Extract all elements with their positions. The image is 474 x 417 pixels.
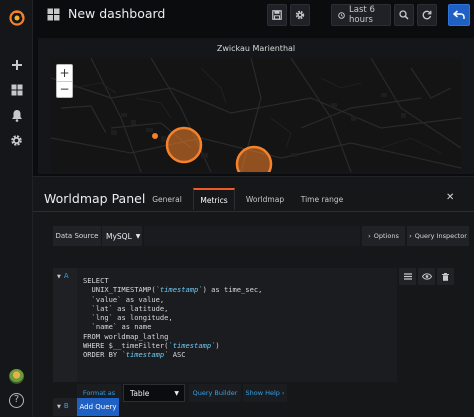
map-canvas[interactable]: + − (51, 58, 461, 172)
chevron-right-icon: › (409, 232, 412, 240)
sidebar: ? (0, 0, 33, 417)
add-query-ref-label: B (63, 402, 69, 410)
gear-icon[interactable] (0, 128, 33, 152)
time-range-label: Last 6 hours (349, 5, 375, 25)
save-button[interactable] (267, 4, 287, 26)
chevron-right-icon: › (281, 389, 285, 397)
refresh-icon (422, 10, 432, 20)
code-line: `lat` as latitude, (91, 303, 169, 313)
back-button[interactable] (448, 4, 470, 26)
close-editor-icon[interactable]: ✕ (446, 192, 454, 203)
refresh-button[interactable] (417, 4, 437, 26)
panel-editor: Worldmap Panel General Metrics Worldmap … (33, 176, 474, 417)
zoom-out-map-button[interactable]: − (57, 81, 72, 97)
hamburger-icon (403, 273, 412, 280)
map-streets (51, 58, 461, 172)
code-line: ORDER BY `timestamp` ASC (83, 350, 186, 360)
show-help-label: Show Help (245, 389, 280, 397)
back-arrow-icon (453, 10, 465, 19)
format-value: Table (130, 388, 150, 398)
tab-time-range[interactable]: Time range (297, 188, 347, 210)
zoom-out-icon (399, 10, 409, 20)
save-icon (272, 10, 282, 20)
avatar[interactable] (9, 369, 24, 384)
options-label: Options (373, 232, 399, 240)
grafana-app: ? New dashboard Last 6 hours Zwickau Mar… (0, 0, 474, 417)
bell-icon[interactable] (0, 103, 33, 127)
query-inspector-button[interactable]: › Query Inspector (407, 226, 469, 246)
chevron-right-icon: › (368, 232, 371, 240)
tab-worldmap[interactable]: Worldmap (241, 188, 289, 210)
code-line: `lng` as longitude, (91, 313, 173, 323)
zoom-in-button[interactable]: + (57, 65, 72, 81)
tab-general[interactable]: General (147, 188, 187, 210)
plus-icon[interactable] (0, 53, 33, 77)
map-zoom-control: + − (56, 64, 73, 98)
tab-divider (33, 211, 474, 212)
add-query-row: ▼ B Add Query (53, 398, 454, 416)
query-toolbar (399, 268, 454, 288)
caret-down-icon: ▼ (57, 404, 61, 410)
tab-metrics[interactable]: Metrics (193, 188, 235, 210)
datasource-label: Data Source (53, 226, 101, 246)
map-marker[interactable] (235, 145, 273, 172)
options-button[interactable]: › Options (362, 226, 405, 246)
settings-button[interactable] (290, 4, 310, 26)
dashboard-title[interactable]: New dashboard (68, 6, 165, 21)
add-query-ref: ▼ B (53, 398, 77, 416)
map-marker[interactable] (152, 133, 158, 139)
help-icon[interactable]: ? (9, 393, 24, 408)
dashboard-grid-icon (47, 8, 60, 21)
query-row-a: ▼ A SELECT UNIX_TIMESTAMP(`timestamp`) as… (53, 268, 454, 417)
code-line: FROM worldmap_latlng (83, 331, 169, 341)
map-marker[interactable] (165, 126, 203, 164)
gear-icon (295, 10, 305, 20)
map-panel-title[interactable]: Zwickau Marienthal (38, 44, 474, 53)
code-line: UNIX_TIMESTAMP(`timestamp`) as time_sec, (83, 285, 263, 295)
datasource-select[interactable]: MySQL ▼ (102, 226, 142, 246)
trash-icon (442, 272, 449, 281)
time-picker-button[interactable]: Last 6 hours (331, 4, 391, 26)
datasource-value: MySQL (106, 231, 132, 241)
clock-icon (338, 11, 345, 19)
code-line: SELECT (83, 276, 109, 285)
query-header[interactable]: ▼ A (53, 268, 77, 382)
caret-down-icon: ▼ (174, 389, 179, 397)
add-query-button[interactable]: Add Query (77, 398, 119, 416)
code-line: `value` as value, (91, 294, 165, 304)
caret-down-icon: ▼ (135, 232, 141, 240)
toggle-query-visibility-button[interactable] (418, 268, 435, 285)
top-navbar: New dashboard Last 6 hours (33, 0, 474, 30)
grafana-logo-icon[interactable] (0, 4, 33, 32)
code-line: WHERE $__timeFilter(`timestamp`) (83, 341, 220, 351)
sql-editor[interactable]: SELECT UNIX_TIMESTAMP(`timestamp`) as ti… (77, 268, 397, 382)
query-menu-button[interactable] (399, 268, 416, 285)
eye-icon (421, 273, 432, 280)
zoom-out-button[interactable] (394, 4, 414, 26)
query-inspector-label: Query Inspector (414, 232, 467, 240)
worldmap-panel: Zwickau Marienthal + − (38, 38, 474, 174)
code-line: `name` as name (91, 322, 152, 332)
delete-query-button[interactable] (437, 268, 454, 285)
dashboards-icon[interactable] (0, 78, 33, 102)
caret-down-icon: ▼ (57, 274, 61, 280)
query-ref-label: ▼ A (57, 272, 69, 280)
datasource-row: Data Source MySQL ▼ › Options › Query In… (53, 226, 469, 246)
panel-editor-title: Worldmap Panel (44, 191, 146, 206)
datasource-spacer (144, 226, 360, 246)
